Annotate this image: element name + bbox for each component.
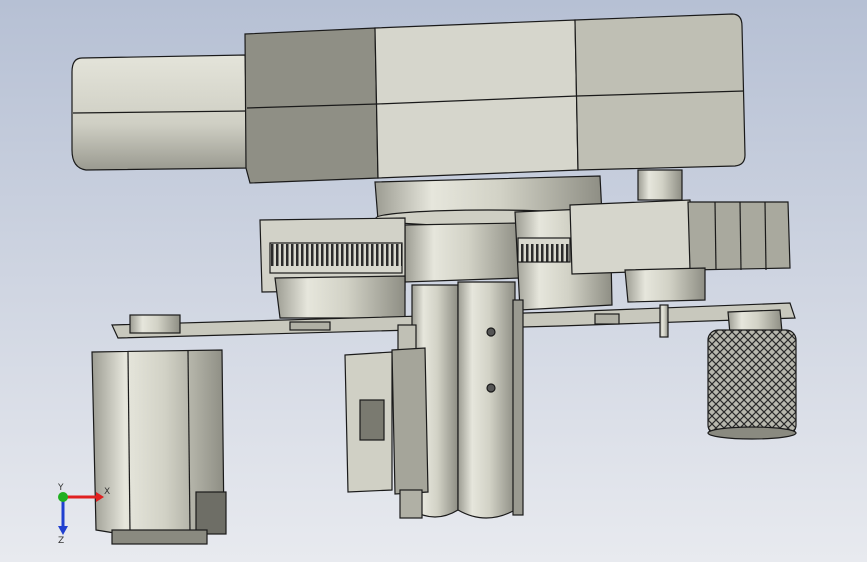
right-motor-body	[687, 201, 791, 271]
hub-lower-cylinder	[404, 222, 521, 283]
gearbox-middle-block	[374, 19, 579, 179]
top-pin	[637, 169, 683, 201]
x-axis-label: X	[104, 487, 110, 497]
z-axis-label: Z	[58, 536, 64, 546]
center-vertical-cylinders[interactable]	[411, 281, 524, 519]
cad-model-canvas[interactable]: X Y Z	[0, 0, 867, 562]
small-pin	[659, 304, 669, 338]
cad-viewport[interactable]: X Y Z	[0, 0, 867, 562]
left-gear-assembly[interactable]	[259, 217, 406, 319]
y-axis-dot	[58, 492, 68, 502]
right-lower-cylinder	[624, 267, 706, 303]
front-bracket[interactable]	[344, 324, 429, 519]
y-axis-label: Y	[57, 483, 64, 493]
